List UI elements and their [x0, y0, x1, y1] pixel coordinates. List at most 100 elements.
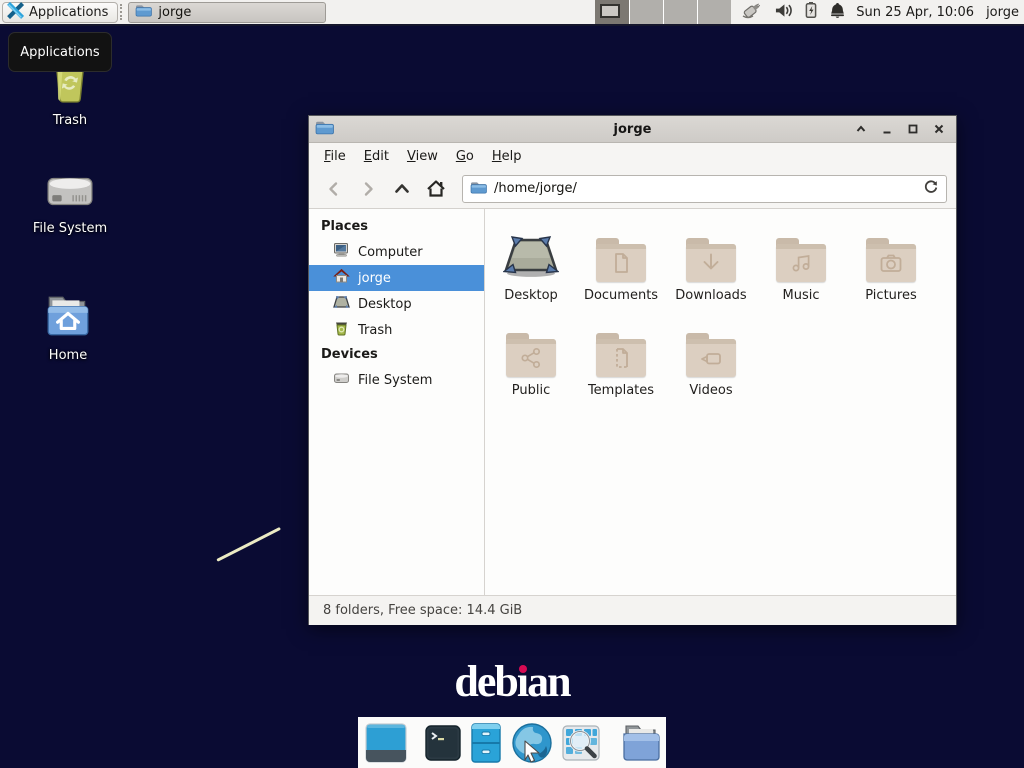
desktop-icon-label: Home [49, 348, 87, 363]
app-finder-icon[interactable] [562, 724, 600, 762]
sidebar-devices-header: Devices [309, 343, 484, 367]
file-item-label: Music [783, 288, 820, 303]
menu-go[interactable]: Go [447, 145, 483, 168]
volume-icon[interactable] [774, 2, 793, 23]
window-body: Places Computer [309, 209, 956, 595]
sidebar-item-label: File System [358, 373, 432, 388]
desktop: Applications jorge [0, 0, 1024, 768]
templates-folder-icon [594, 333, 648, 379]
file-item-label: Videos [689, 383, 732, 398]
path-bar[interactable] [462, 175, 947, 203]
file-item-label: Templates [588, 383, 654, 398]
reload-icon[interactable] [923, 179, 939, 199]
network-icon[interactable] [741, 1, 763, 23]
downloads-folder-icon [684, 238, 738, 284]
panel-clock[interactable]: Sun 25 Apr, 10:06 [856, 5, 974, 20]
applications-menu-button[interactable]: Applications [2, 2, 118, 23]
shade-button[interactable] [852, 121, 869, 138]
sidebar: Places Computer [309, 209, 485, 595]
sidebar-places-header: Places [309, 215, 484, 239]
menu-edit[interactable]: Edit [355, 145, 398, 168]
path-folder-icon [470, 180, 487, 198]
path-input[interactable] [494, 181, 916, 196]
hard-drive-icon [333, 370, 350, 390]
status-bar: 8 folders, Free space: 14.4 GiB [309, 595, 956, 625]
music-folder-icon [774, 238, 828, 284]
dock [358, 717, 666, 768]
status-text: 8 folders, Free space: 14.4 GiB [323, 603, 522, 618]
desktop-icon-home[interactable]: Home [18, 293, 118, 363]
workspace-switcher [595, 0, 731, 24]
home-folder-icon [18, 293, 118, 343]
top-panel: Applications jorge [0, 0, 1024, 26]
folder-icon [135, 3, 152, 21]
workspace-3[interactable] [664, 0, 698, 24]
sidebar-item-file-system[interactable]: File System [309, 367, 484, 393]
notifications-icon[interactable] [829, 1, 846, 23]
file-item-label: Desktop [504, 288, 558, 303]
file-manager-icon[interactable] [470, 723, 502, 763]
desktop-special-icon [503, 232, 559, 284]
back-button[interactable] [318, 174, 350, 204]
stray-line-artifact [216, 527, 281, 562]
workspace-4[interactable] [698, 0, 731, 24]
public-folder-icon [504, 333, 558, 379]
home-button[interactable] [420, 174, 452, 204]
menu-bar: File Edit View Go Help [309, 143, 956, 169]
sidebar-item-desktop[interactable]: Desktop [309, 291, 484, 317]
file-item-pictures[interactable]: Pictures [846, 222, 936, 317]
window-titlebar[interactable]: jorge [309, 116, 956, 143]
maximize-button[interactable] [904, 121, 921, 138]
trash-icon [333, 320, 350, 340]
taskbar-window-label: jorge [158, 5, 191, 20]
sidebar-item-label: Trash [358, 323, 392, 338]
applications-menu-label: Applications [29, 5, 108, 20]
sidebar-item-computer[interactable]: Computer [309, 239, 484, 265]
file-item-templates[interactable]: Templates [576, 317, 666, 412]
web-browser-icon[interactable] [511, 722, 553, 764]
file-item-label: Pictures [865, 288, 916, 303]
terminal-icon[interactable] [425, 725, 461, 761]
sidebar-item-trash[interactable]: Trash [309, 317, 484, 343]
up-button[interactable] [386, 174, 418, 204]
file-item-desktop[interactable]: Desktop [486, 222, 576, 317]
applications-tooltip-text: Applications [20, 45, 99, 60]
home-icon [333, 268, 350, 288]
show-desktop-icon[interactable] [365, 723, 407, 763]
file-item-videos[interactable]: Videos [666, 317, 756, 412]
taskbar-window-button[interactable]: jorge [128, 2, 326, 23]
pictures-folder-icon [864, 238, 918, 284]
file-item-downloads[interactable]: Downloads [666, 222, 756, 317]
xfce-applications-icon [7, 2, 24, 23]
desktop-icon-file-system[interactable]: File System [20, 170, 120, 236]
sidebar-item-jorge[interactable]: jorge [309, 265, 484, 291]
battery-icon[interactable] [804, 1, 818, 23]
panel-username: jorge [986, 5, 1019, 20]
menu-view[interactable]: View [398, 145, 447, 168]
file-grid: Desktop Documents [485, 209, 956, 412]
file-item-documents[interactable]: Documents [576, 222, 666, 317]
close-button[interactable] [930, 121, 947, 138]
panel-grip-handle[interactable] [120, 4, 126, 20]
system-tray [741, 1, 846, 23]
hard-drive-icon [20, 170, 120, 216]
file-item-label: Downloads [675, 288, 746, 303]
file-item-label: Documents [584, 288, 658, 303]
minimize-button[interactable] [878, 121, 895, 138]
workspace-1[interactable] [595, 0, 629, 24]
sidebar-item-label: Computer [358, 245, 423, 260]
file-item-public[interactable]: Public [486, 317, 576, 412]
debian-logo-text: debıan [454, 657, 569, 706]
file-item-music[interactable]: Music [756, 222, 846, 317]
menu-help[interactable]: Help [483, 145, 531, 168]
desktop-icon [333, 294, 350, 314]
videos-folder-icon [684, 333, 738, 379]
directory-menu-icon[interactable] [618, 723, 662, 763]
file-manager-window: jorge File Edit View Go Help [308, 115, 957, 625]
workspace-window-preview [600, 4, 620, 18]
sidebar-item-label: Desktop [358, 297, 412, 312]
menu-file[interactable]: File [315, 145, 355, 168]
toolbar [309, 169, 956, 209]
workspace-2[interactable] [630, 0, 664, 24]
forward-button[interactable] [352, 174, 384, 204]
